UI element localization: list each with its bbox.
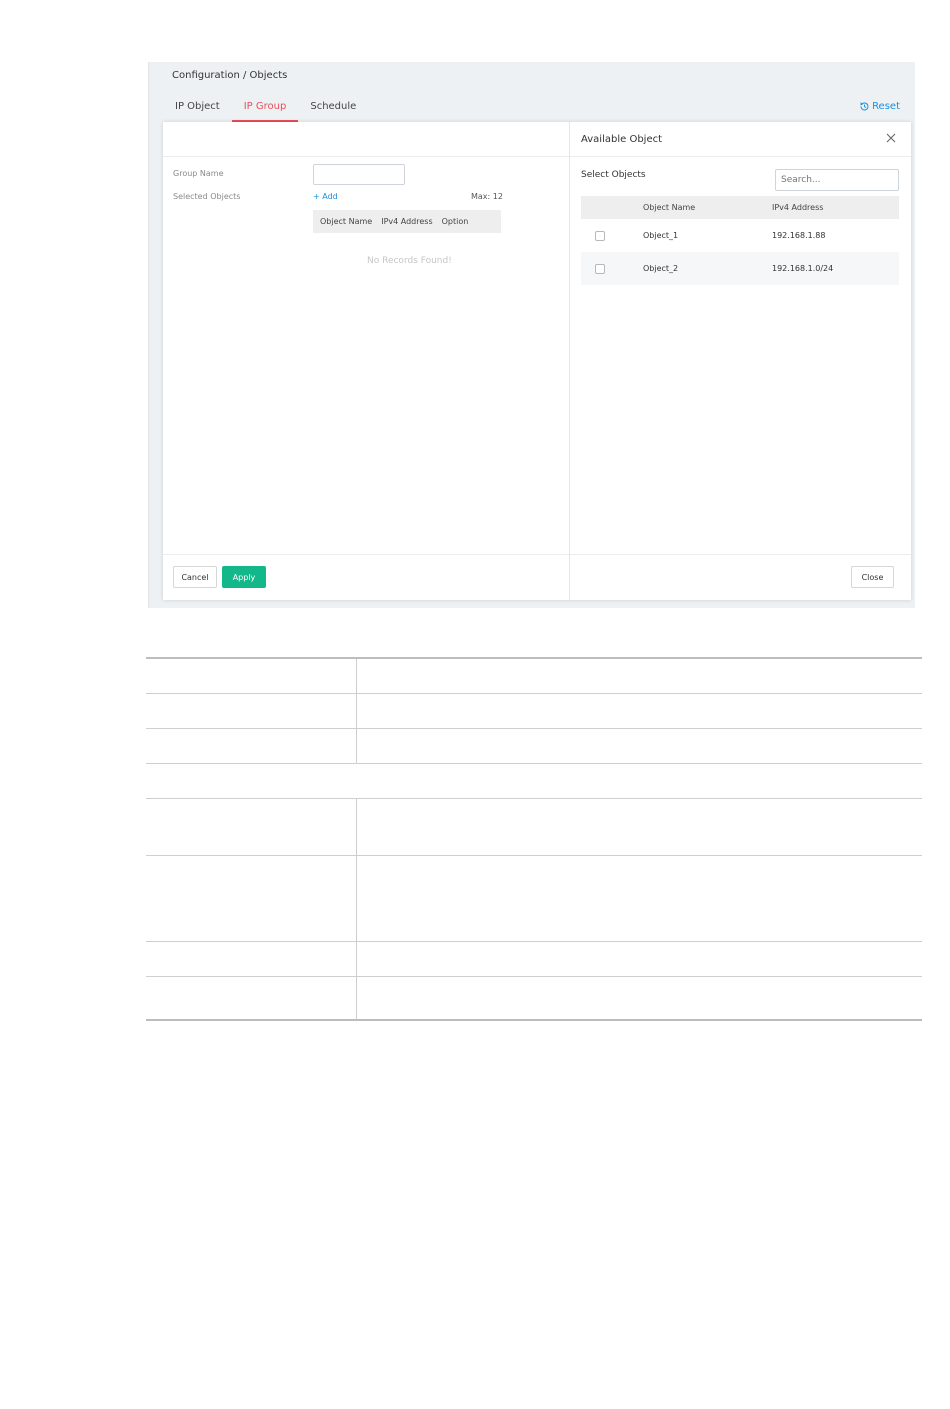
ipv4-address-cell: 192.168.1.88 bbox=[772, 231, 826, 240]
reset-button[interactable]: Reset bbox=[859, 101, 900, 112]
row-checkbox[interactable] bbox=[595, 230, 605, 241]
cancel-button[interactable]: Cancel bbox=[173, 566, 217, 588]
column-header: IPv4 Address bbox=[772, 203, 824, 212]
ipv4-address-cell: 192.168.1.0/24 bbox=[772, 264, 834, 273]
table-row bbox=[146, 729, 922, 764]
close-icon[interactable] bbox=[885, 132, 897, 144]
group-editor-footer: Cancel Apply bbox=[163, 554, 569, 600]
max-count: Max: 12 bbox=[471, 192, 503, 201]
table-row bbox=[146, 799, 922, 856]
object-name-cell: Object_2 bbox=[643, 264, 679, 273]
reset-icon bbox=[860, 102, 869, 111]
column-header: Object Name bbox=[643, 203, 696, 212]
group-name-label: Group Name bbox=[173, 169, 224, 178]
ip-group-dialog: Group Name Selected Objects + Add Max: 1… bbox=[163, 122, 911, 600]
column-header: IPv4 Address bbox=[381, 217, 433, 226]
table-header: Object Name IPv4 Address bbox=[581, 196, 899, 219]
tab-ip-object[interactable]: IP Object bbox=[163, 97, 232, 122]
app-window: Configuration / Objects IP Object IP Gro… bbox=[148, 62, 915, 608]
table-row[interactable]: Object_2 192.168.1.0/24 bbox=[581, 252, 899, 285]
row-checkbox[interactable] bbox=[595, 263, 605, 274]
available-object-title: Available Object bbox=[581, 134, 663, 145]
close-button[interactable]: Close bbox=[851, 566, 894, 588]
reset-label: Reset bbox=[872, 101, 900, 112]
add-object-link[interactable]: + Add bbox=[313, 192, 338, 201]
available-object-footer: Close bbox=[570, 554, 911, 600]
tab-bar: IP Object IP Group Schedule bbox=[163, 97, 368, 122]
tab-ip-group[interactable]: IP Group bbox=[231, 97, 299, 122]
table-row bbox=[146, 977, 922, 1021]
available-object-header: Available Object bbox=[570, 122, 911, 157]
breadcrumb: Configuration / Objects bbox=[172, 70, 288, 81]
select-objects-label: Select Objects bbox=[581, 170, 646, 180]
available-object-pane: Available Object Select Objects Object N… bbox=[570, 122, 911, 600]
group-editor-pane: Group Name Selected Objects + Add Max: 1… bbox=[163, 122, 570, 600]
table-row bbox=[146, 764, 922, 799]
selected-objects-label: Selected Objects bbox=[173, 192, 241, 201]
table-row bbox=[146, 694, 922, 729]
empty-state-text: No Records Found! bbox=[367, 256, 452, 266]
tab-schedule[interactable]: Schedule bbox=[298, 97, 368, 122]
table-row bbox=[146, 856, 922, 942]
apply-button[interactable]: Apply bbox=[222, 566, 266, 588]
table-row[interactable]: Object_1 192.168.1.88 bbox=[581, 219, 899, 252]
object-name-cell: Object_1 bbox=[643, 231, 679, 240]
group-name-input[interactable] bbox=[313, 164, 405, 185]
description-table bbox=[146, 657, 922, 1021]
search-input[interactable] bbox=[775, 169, 899, 191]
selected-objects-table-header: Object Name IPv4 Address Option bbox=[313, 210, 501, 233]
table-row bbox=[146, 657, 922, 694]
group-editor-header bbox=[163, 122, 569, 157]
column-header: Option bbox=[441, 217, 469, 226]
table-row bbox=[146, 942, 922, 977]
available-objects-table: Object Name IPv4 Address Object_1 192.16… bbox=[581, 196, 899, 285]
column-header: Object Name bbox=[320, 217, 373, 226]
